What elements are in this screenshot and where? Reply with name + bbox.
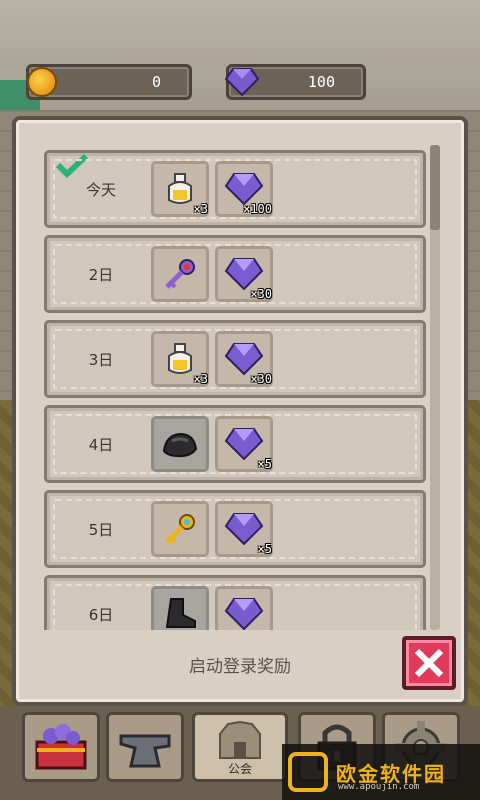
reward-slot[interactable]	[151, 416, 209, 472]
gem-counter: 100	[225, 64, 366, 100]
anvil-icon	[119, 734, 171, 768]
reward-count: ×5	[257, 542, 272, 556]
tab-shop[interactable]	[22, 712, 100, 782]
close-icon	[414, 648, 444, 678]
day-label: 今天	[85, 181, 116, 199]
purple-key-icon	[165, 259, 195, 289]
reward-count: ×30	[250, 287, 272, 301]
reward-list-scrollbar[interactable]	[430, 145, 440, 630]
reward-count: ×30	[250, 372, 272, 386]
dark-boot-icon	[165, 598, 196, 628]
day-label: 3日	[88, 351, 114, 369]
gold-amount: 0	[151, 73, 161, 91]
reward-slot[interactable]: ×3	[151, 161, 209, 217]
reward-slot[interactable]: ×5	[215, 416, 273, 472]
reward-row-day-1[interactable]: 今天 ×3 ×100	[44, 150, 426, 228]
reward-slot[interactable]	[151, 501, 209, 557]
tab-guild-label: 公会	[227, 762, 252, 776]
reward-count: ×3	[193, 372, 208, 386]
reward-row-day-6[interactable]: 6日	[44, 575, 426, 630]
treasure-chest-icon	[35, 724, 87, 770]
checkmark-icon	[55, 153, 89, 179]
castle-icon	[219, 720, 261, 759]
gold-counter: 0	[26, 64, 192, 100]
close-button[interactable]	[402, 636, 456, 690]
reward-slot[interactable]: ×30	[215, 246, 273, 302]
reward-count: ×100	[243, 202, 272, 216]
reward-slot[interactable]: ×3	[151, 331, 209, 387]
tab-guild[interactable]: 公会	[192, 712, 288, 782]
day-label: 2日	[88, 266, 114, 284]
reward-row-day-4[interactable]: 4日 ×5	[44, 405, 426, 483]
purple-gem-icon	[221, 61, 263, 103]
panel-title: 启动登录奖励	[189, 657, 291, 677]
coal-ore-icon	[162, 432, 198, 458]
gold-key-icon	[165, 514, 195, 544]
reward-row-day-3[interactable]: 3日 ×3 ×30	[44, 320, 426, 398]
reward-slot[interactable]: ×100	[215, 161, 273, 217]
reward-slot[interactable]: ×5	[215, 501, 273, 557]
day-label: 4日	[88, 436, 114, 454]
watermark-banner: 欧金软件园 www.apoujin.com	[282, 744, 480, 800]
watermark-url: www.apoujin.com	[338, 782, 420, 792]
reward-count: ×5	[257, 457, 272, 471]
reward-row-day-2[interactable]: 2日 ×30	[44, 235, 426, 313]
reward-count: ×3	[193, 202, 208, 216]
gem-amount: 100	[307, 73, 335, 91]
purple-gem-icon	[224, 598, 264, 630]
reward-list[interactable]: 今天 ×3 ×100 2日 ×30 3日 ×3 ×30 4日 ×5 5日 ×5 …	[36, 145, 444, 630]
reward-slot[interactable]	[151, 246, 209, 302]
reward-slot[interactable]: ×30	[215, 331, 273, 387]
gold-coin-icon	[21, 61, 63, 103]
scrollbar-thumb[interactable]	[430, 145, 440, 230]
day-label: 6日	[88, 606, 114, 624]
watermark-logo-icon	[288, 752, 328, 792]
reward-slot[interactable]	[151, 586, 209, 630]
reward-slot[interactable]	[215, 586, 273, 630]
reward-row-day-5[interactable]: 5日 ×5	[44, 490, 426, 568]
tab-forge[interactable]	[106, 712, 184, 782]
day-label: 5日	[88, 521, 114, 539]
